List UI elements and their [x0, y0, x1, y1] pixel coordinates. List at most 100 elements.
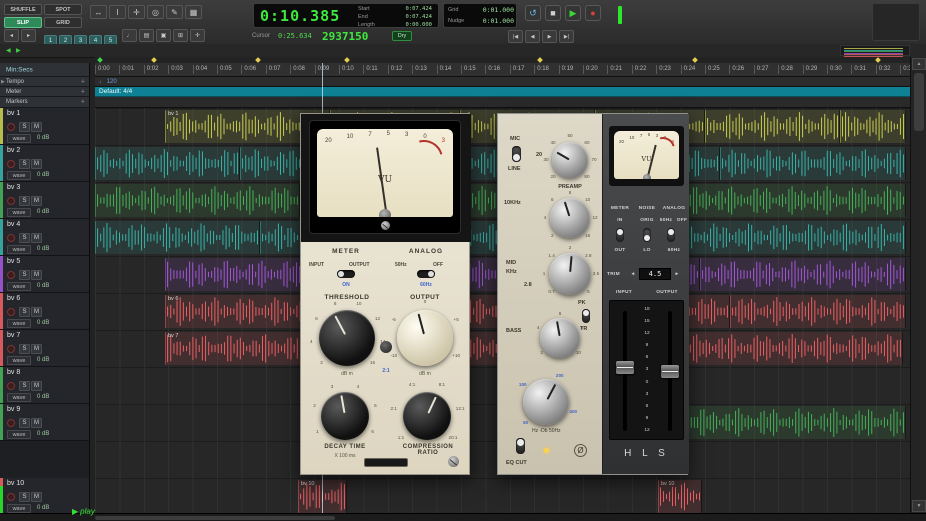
zoomer-tool-icon[interactable]: ◎ [147, 5, 164, 19]
audio-clip-bv-6-3[interactable] [730, 295, 906, 328]
tempo-lane[interactable]: ♩ 120 [95, 77, 910, 87]
add-tempo-icon[interactable]: + [81, 78, 85, 85]
output-fader[interactable] [661, 365, 679, 378]
record-enable-button[interactable] [7, 160, 15, 168]
solo-button[interactable]: S [19, 233, 30, 243]
track-header-bv-9[interactable]: bv 9SMwave0 dB [0, 404, 90, 441]
solo-button[interactable]: S [19, 122, 30, 132]
go-to-start-button[interactable]: |◀ [508, 30, 523, 43]
input-fader[interactable] [616, 361, 634, 374]
scroll-up-arrow[interactable]: ▲ [912, 58, 926, 70]
track-header-bv-8[interactable]: bv 8SMwave0 dB [0, 367, 90, 404]
timeline-marker-2[interactable] [255, 57, 261, 63]
compressor-plugin-window[interactable]: 201075303 VU METER ANALOG INPUT OUTPUT O… [300, 113, 470, 475]
nudge-value[interactable]: 0:01.000 [483, 16, 514, 27]
audio-clip-bv-2-4[interactable] [720, 147, 906, 180]
record-enable-button[interactable] [7, 382, 15, 390]
mute-button[interactable]: M [31, 233, 42, 243]
end-value[interactable]: 0:07.424 [406, 13, 433, 21]
bass-freq-knob[interactable] [523, 379, 569, 425]
trim-value[interactable]: 4.5 [639, 268, 671, 280]
audio-clip-bv-2-0[interactable] [95, 147, 240, 180]
end-field[interactable]: End 0:07.424 [358, 13, 436, 21]
main-counter[interactable]: 0:10.385 [260, 7, 340, 25]
solo-button[interactable]: S [19, 418, 30, 428]
solo-button[interactable]: S [19, 196, 30, 206]
pencil-tool-icon[interactable]: ✎ [166, 5, 183, 19]
audio-clip-bv-3-0[interactable] [95, 184, 300, 217]
audio-clip-bv-10-1[interactable]: bv 10 [658, 480, 702, 513]
zoom-out-button[interactable]: ◂ [4, 29, 19, 42]
vertical-scroll-thumb[interactable] [914, 73, 924, 131]
audio-clip-bv-1-4[interactable] [705, 110, 840, 143]
record-enable-button[interactable] [7, 271, 15, 279]
timeline-marker-6[interactable] [875, 57, 881, 63]
solo-button[interactable]: S [19, 270, 30, 280]
trim-down-arrow[interactable]: ◂ [629, 272, 637, 277]
horizontal-scrollbar[interactable] [0, 513, 926, 521]
hls-channel-plugin-window[interactable]: MIC LINE 20 20304050607080 PREAMP 10KHz … [497, 113, 688, 475]
timeline-marker-3[interactable] [344, 57, 350, 63]
track-view-selector[interactable]: wave [7, 356, 31, 365]
length-field[interactable]: Length 0:00.000 [358, 21, 436, 29]
decay-time-knob[interactable] [321, 392, 369, 440]
record-button[interactable]: ● [585, 5, 601, 21]
meter-in-out-switch[interactable] [616, 228, 624, 242]
record-enable-button[interactable] [7, 234, 15, 242]
mode-grid-button[interactable]: GRID [44, 17, 82, 28]
universe-view[interactable] [840, 45, 910, 56]
solo-button[interactable]: S [19, 381, 30, 391]
mid-knob[interactable] [549, 253, 591, 295]
mute-button[interactable]: M [31, 344, 42, 354]
track-view-selector[interactable]: wave [7, 430, 31, 439]
start-value[interactable]: 0:07.424 [406, 5, 433, 13]
loop-playback-button[interactable]: ↺ [525, 5, 541, 21]
tempo-ruler-header[interactable]: ▶ Tempo + [0, 77, 90, 87]
track-view-selector[interactable]: wave [7, 319, 31, 328]
horizontal-scroll-thumb[interactable] [95, 516, 335, 520]
mode-slip-button[interactable]: SLIP [4, 17, 42, 28]
audio-clip-bv-1-5[interactable] [840, 110, 906, 143]
analog-hum-switch-hls[interactable] [667, 228, 675, 242]
stop-button[interactable]: ■ [545, 5, 561, 21]
time-ruler[interactable]: 0:000:010:020:030:040:050:060:070:080:09… [95, 63, 910, 77]
length-value[interactable]: 0:00.000 [406, 21, 433, 29]
selector-tool-icon[interactable]: I [109, 5, 126, 19]
timeline-marker-5[interactable] [692, 57, 698, 63]
grabber-tool-icon[interactable]: ✛ [128, 5, 145, 19]
mute-button[interactable]: M [31, 159, 42, 169]
smart-tool-icon[interactable]: ▦ [185, 5, 202, 19]
track-view-selector[interactable]: wave [7, 208, 31, 217]
phase-button[interactable]: Ø [574, 444, 587, 457]
mirror-midi-icon[interactable]: ⊞ [173, 29, 188, 42]
grid-value[interactable]: 0:01.000 [483, 5, 514, 16]
record-enable-button[interactable] [7, 123, 15, 131]
vertical-scrollbar[interactable]: ▲ ▼ [910, 57, 926, 513]
mute-button[interactable]: M [31, 270, 42, 280]
start-field[interactable]: Start 0:07.424 [358, 5, 436, 13]
solo-button[interactable]: S [19, 307, 30, 317]
output-knob[interactable] [397, 310, 453, 366]
tab-transient-icon[interactable]: ▣ [156, 29, 171, 42]
meter-ruler-header[interactable]: Meter + [0, 87, 90, 97]
mute-button[interactable]: M [31, 196, 42, 206]
mic-line-switch[interactable] [512, 146, 521, 162]
track-view-selector[interactable]: wave [7, 245, 31, 254]
pk-tr-switch[interactable] [582, 309, 590, 323]
track-header-bv-7[interactable]: bv 7SMwave0 dB [0, 330, 90, 367]
meter-source-switch[interactable] [337, 270, 355, 278]
fast-forward-button[interactable]: ▶ [542, 30, 557, 43]
solo-button[interactable]: S [19, 344, 30, 354]
mode-shuffle-button[interactable]: SHUFFLE [4, 4, 42, 15]
treble-knob[interactable] [550, 198, 590, 238]
compression-ratio-knob[interactable] [403, 392, 451, 440]
track-view-selector[interactable]: wave [7, 393, 31, 402]
analog-hum-switch[interactable] [417, 270, 435, 278]
disclosure-triangle-icon[interactable]: ▶ [1, 79, 5, 85]
mute-button[interactable]: M [31, 492, 42, 502]
audio-clip-bv-5-3[interactable] [700, 258, 906, 291]
trim-up-arrow[interactable]: ▸ [673, 272, 681, 277]
track-header-bv-4[interactable]: bv 4SMwave0 dB [0, 219, 90, 256]
mode-spot-button[interactable]: SPOT [44, 4, 82, 15]
track-view-selector[interactable]: wave [7, 171, 31, 180]
